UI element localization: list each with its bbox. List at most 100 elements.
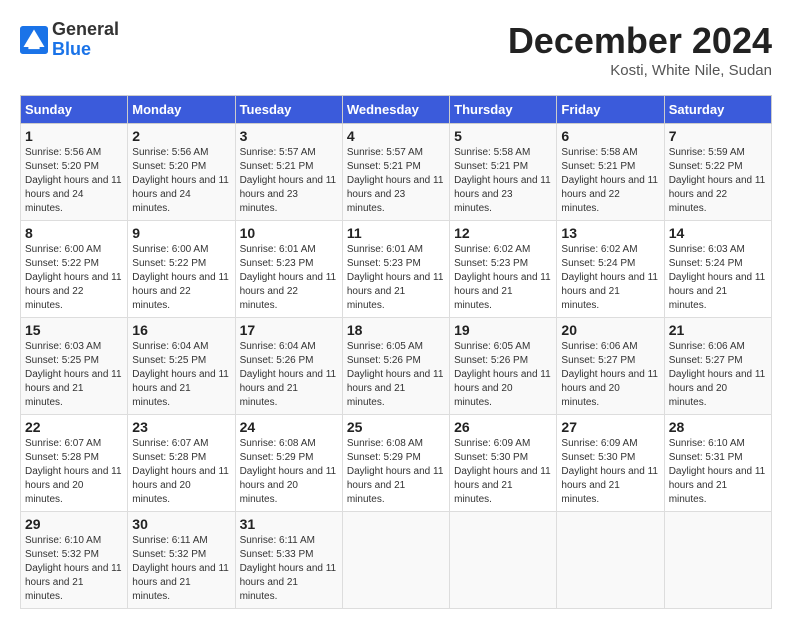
calendar-week-1: 1 Sunrise: 5:56 AM Sunset: 5:20 PM Dayli…	[21, 124, 772, 221]
calendar-cell: 6 Sunrise: 5:58 AM Sunset: 5:21 PM Dayli…	[557, 124, 664, 221]
day-info: Sunrise: 5:57 AM Sunset: 5:21 PM Dayligh…	[240, 146, 338, 216]
col-header-friday: Friday	[557, 96, 664, 124]
day-info: Sunrise: 6:03 AM Sunset: 5:25 PM Dayligh…	[25, 340, 123, 410]
day-number: 10	[240, 225, 338, 241]
calendar-cell: 2 Sunrise: 5:56 AM Sunset: 5:20 PM Dayli…	[128, 124, 235, 221]
calendar-cell: 5 Sunrise: 5:58 AM Sunset: 5:21 PM Dayli…	[450, 124, 557, 221]
day-info: Sunrise: 5:56 AM Sunset: 5:20 PM Dayligh…	[25, 146, 123, 216]
calendar-cell: 23 Sunrise: 6:07 AM Sunset: 5:28 PM Dayl…	[128, 415, 235, 512]
col-header-wednesday: Wednesday	[342, 96, 449, 124]
calendar-cell: 1 Sunrise: 5:56 AM Sunset: 5:20 PM Dayli…	[21, 124, 128, 221]
day-info: Sunrise: 6:07 AM Sunset: 5:28 PM Dayligh…	[25, 437, 123, 507]
day-info: Sunrise: 6:11 AM Sunset: 5:32 PM Dayligh…	[132, 534, 230, 604]
day-number: 2	[132, 128, 230, 144]
day-number: 9	[132, 225, 230, 241]
day-number: 11	[347, 225, 445, 241]
day-info: Sunrise: 6:04 AM Sunset: 5:25 PM Dayligh…	[132, 340, 230, 410]
calendar-cell	[557, 512, 664, 609]
day-info: Sunrise: 6:08 AM Sunset: 5:29 PM Dayligh…	[240, 437, 338, 507]
calendar-cell: 15 Sunrise: 6:03 AM Sunset: 5:25 PM Dayl…	[21, 318, 128, 415]
calendar-week-5: 29 Sunrise: 6:10 AM Sunset: 5:32 PM Dayl…	[21, 512, 772, 609]
day-info: Sunrise: 6:01 AM Sunset: 5:23 PM Dayligh…	[240, 243, 338, 313]
calendar-cell: 12 Sunrise: 6:02 AM Sunset: 5:23 PM Dayl…	[450, 221, 557, 318]
calendar-week-4: 22 Sunrise: 6:07 AM Sunset: 5:28 PM Dayl…	[21, 415, 772, 512]
day-info: Sunrise: 5:58 AM Sunset: 5:21 PM Dayligh…	[454, 146, 552, 216]
calendar-cell: 26 Sunrise: 6:09 AM Sunset: 5:30 PM Dayl…	[450, 415, 557, 512]
day-number: 18	[347, 322, 445, 338]
calendar-cell: 21 Sunrise: 6:06 AM Sunset: 5:27 PM Dayl…	[664, 318, 771, 415]
calendar-cell: 11 Sunrise: 6:01 AM Sunset: 5:23 PM Dayl…	[342, 221, 449, 318]
calendar-cell: 27 Sunrise: 6:09 AM Sunset: 5:30 PM Dayl…	[557, 415, 664, 512]
day-number: 1	[25, 128, 123, 144]
day-number: 19	[454, 322, 552, 338]
day-number: 30	[132, 516, 230, 532]
calendar-cell: 9 Sunrise: 6:00 AM Sunset: 5:22 PM Dayli…	[128, 221, 235, 318]
day-info: Sunrise: 6:06 AM Sunset: 5:27 PM Dayligh…	[669, 340, 767, 410]
day-info: Sunrise: 6:02 AM Sunset: 5:24 PM Dayligh…	[561, 243, 659, 313]
day-number: 17	[240, 322, 338, 338]
day-number: 27	[561, 419, 659, 435]
day-number: 29	[25, 516, 123, 532]
calendar-cell: 20 Sunrise: 6:06 AM Sunset: 5:27 PM Dayl…	[557, 318, 664, 415]
day-info: Sunrise: 6:08 AM Sunset: 5:29 PM Dayligh…	[347, 437, 445, 507]
day-number: 7	[669, 128, 767, 144]
day-info: Sunrise: 5:59 AM Sunset: 5:22 PM Dayligh…	[669, 146, 767, 216]
col-header-saturday: Saturday	[664, 96, 771, 124]
day-number: 13	[561, 225, 659, 241]
col-header-tuesday: Tuesday	[235, 96, 342, 124]
day-info: Sunrise: 6:09 AM Sunset: 5:30 PM Dayligh…	[561, 437, 659, 507]
day-number: 22	[25, 419, 123, 435]
calendar-cell: 30 Sunrise: 6:11 AM Sunset: 5:32 PM Dayl…	[128, 512, 235, 609]
calendar-cell: 25 Sunrise: 6:08 AM Sunset: 5:29 PM Dayl…	[342, 415, 449, 512]
day-info: Sunrise: 6:11 AM Sunset: 5:33 PM Dayligh…	[240, 534, 338, 604]
calendar-cell: 22 Sunrise: 6:07 AM Sunset: 5:28 PM Dayl…	[21, 415, 128, 512]
title-area: December 2024 Kosti, White Nile, Sudan	[508, 20, 772, 79]
page-header: General Blue December 2024 Kosti, White …	[20, 20, 772, 79]
calendar-week-2: 8 Sunrise: 6:00 AM Sunset: 5:22 PM Dayli…	[21, 221, 772, 318]
logo: General Blue	[20, 20, 119, 60]
day-number: 8	[25, 225, 123, 241]
day-info: Sunrise: 6:03 AM Sunset: 5:24 PM Dayligh…	[669, 243, 767, 313]
day-number: 20	[561, 322, 659, 338]
calendar-week-3: 15 Sunrise: 6:03 AM Sunset: 5:25 PM Dayl…	[21, 318, 772, 415]
calendar-cell: 3 Sunrise: 5:57 AM Sunset: 5:21 PM Dayli…	[235, 124, 342, 221]
calendar-cell: 16 Sunrise: 6:04 AM Sunset: 5:25 PM Dayl…	[128, 318, 235, 415]
day-number: 12	[454, 225, 552, 241]
day-info: Sunrise: 6:00 AM Sunset: 5:22 PM Dayligh…	[25, 243, 123, 313]
day-info: Sunrise: 6:10 AM Sunset: 5:31 PM Dayligh…	[669, 437, 767, 507]
day-number: 3	[240, 128, 338, 144]
day-number: 6	[561, 128, 659, 144]
col-header-thursday: Thursday	[450, 96, 557, 124]
day-info: Sunrise: 6:02 AM Sunset: 5:23 PM Dayligh…	[454, 243, 552, 313]
day-number: 21	[669, 322, 767, 338]
day-info: Sunrise: 6:07 AM Sunset: 5:28 PM Dayligh…	[132, 437, 230, 507]
calendar-cell: 29 Sunrise: 6:10 AM Sunset: 5:32 PM Dayl…	[21, 512, 128, 609]
day-info: Sunrise: 6:10 AM Sunset: 5:32 PM Dayligh…	[25, 534, 123, 604]
calendar-table: SundayMondayTuesdayWednesdayThursdayFrid…	[20, 95, 772, 609]
calendar-cell	[664, 512, 771, 609]
month-title: December 2024	[508, 20, 772, 62]
calendar-cell	[450, 512, 557, 609]
calendar-cell: 8 Sunrise: 6:00 AM Sunset: 5:22 PM Dayli…	[21, 221, 128, 318]
day-info: Sunrise: 6:04 AM Sunset: 5:26 PM Dayligh…	[240, 340, 338, 410]
day-number: 14	[669, 225, 767, 241]
day-number: 25	[347, 419, 445, 435]
day-number: 28	[669, 419, 767, 435]
calendar-cell: 10 Sunrise: 6:01 AM Sunset: 5:23 PM Dayl…	[235, 221, 342, 318]
calendar-cell	[342, 512, 449, 609]
calendar-cell: 14 Sunrise: 6:03 AM Sunset: 5:24 PM Dayl…	[664, 221, 771, 318]
day-info: Sunrise: 5:56 AM Sunset: 5:20 PM Dayligh…	[132, 146, 230, 216]
calendar-cell: 17 Sunrise: 6:04 AM Sunset: 5:26 PM Dayl…	[235, 318, 342, 415]
col-header-monday: Monday	[128, 96, 235, 124]
calendar-cell: 7 Sunrise: 5:59 AM Sunset: 5:22 PM Dayli…	[664, 124, 771, 221]
day-info: Sunrise: 6:00 AM Sunset: 5:22 PM Dayligh…	[132, 243, 230, 313]
day-number: 31	[240, 516, 338, 532]
day-info: Sunrise: 6:05 AM Sunset: 5:26 PM Dayligh…	[454, 340, 552, 410]
col-header-sunday: Sunday	[21, 96, 128, 124]
day-info: Sunrise: 6:05 AM Sunset: 5:26 PM Dayligh…	[347, 340, 445, 410]
day-info: Sunrise: 6:01 AM Sunset: 5:23 PM Dayligh…	[347, 243, 445, 313]
calendar-cell: 28 Sunrise: 6:10 AM Sunset: 5:31 PM Dayl…	[664, 415, 771, 512]
day-number: 16	[132, 322, 230, 338]
calendar-cell: 24 Sunrise: 6:08 AM Sunset: 5:29 PM Dayl…	[235, 415, 342, 512]
day-info: Sunrise: 5:58 AM Sunset: 5:21 PM Dayligh…	[561, 146, 659, 216]
